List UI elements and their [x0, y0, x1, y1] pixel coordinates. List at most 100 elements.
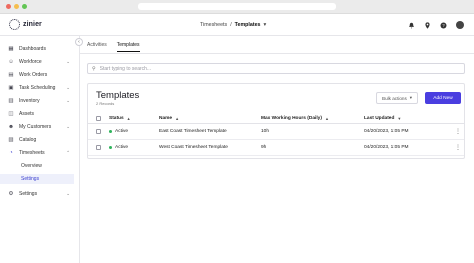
sidebar-item-label: Inventory	[19, 97, 40, 104]
column-label: Last Updated	[364, 115, 395, 121]
breadcrumb-chevron-down-icon[interactable]: ▾	[263, 22, 266, 28]
name-cell[interactable]: West Coast Timesheet Template	[159, 140, 228, 155]
sidebar-item-label: My Customers	[19, 123, 52, 130]
add-new-button[interactable]: Add New	[425, 92, 461, 104]
sidebar-item-label: Task Scheduling	[19, 84, 56, 91]
table-row[interactable]: Active East Coast Timesheet Template 10h…	[88, 124, 464, 140]
record-count: 2 Records	[96, 101, 115, 106]
sidebar-item-label: Catalog	[19, 136, 37, 143]
sidebar-item-label: Dashboards	[19, 45, 46, 52]
chevron-down-icon: ▾	[409, 95, 412, 100]
column-header-name[interactable]: Name ▲	[159, 113, 179, 123]
assets-icon: ◫	[8, 110, 14, 117]
work-orders-icon: ▤	[8, 71, 14, 78]
logo-mark-icon	[9, 19, 20, 30]
logo-text: zinier	[23, 21, 42, 28]
collapse-sidebar-button[interactable]: ‹	[75, 38, 83, 46]
sidebar-subitem-overview[interactable]: Overview	[0, 161, 74, 171]
sidebar-item-label: Assets	[19, 110, 35, 117]
column-header-status[interactable]: Status ▲	[109, 113, 131, 123]
customers-icon: ☻	[8, 123, 14, 130]
row-checkbox[interactable]	[96, 129, 101, 134]
more-options-icon[interactable]: ⋮	[455, 124, 461, 139]
breadcrumb-current[interactable]: Templates	[235, 22, 261, 28]
sidebar-item-assets[interactable]: ◫ Assets	[0, 108, 80, 119]
gear-icon: ⚙	[8, 190, 14, 197]
sort-icon: ▲	[324, 115, 329, 121]
bell-icon[interactable]	[408, 22, 415, 29]
location-pin-icon[interactable]	[424, 21, 431, 29]
sort-icon: ▲	[126, 115, 131, 121]
tab-bar: Activities Templates	[87, 42, 140, 52]
status-cell: Active	[109, 140, 128, 155]
calendar-icon: ▣	[8, 84, 14, 91]
browser-chrome	[0, 0, 474, 14]
close-window-dot[interactable]	[6, 4, 11, 9]
column-header-last-updated[interactable]: Last Updated ▼	[364, 113, 401, 123]
tabs-divider	[80, 53, 474, 54]
sidebar-item-label: Timesheets	[19, 149, 45, 156]
max-hours-cell: 10h	[261, 129, 270, 134]
sidebar-item-task-scheduling[interactable]: ▣ Task Scheduling ⌄	[0, 82, 80, 93]
sidebar-item-work-orders[interactable]: ▤ Work Orders	[0, 69, 80, 80]
logo[interactable]: zinier	[9, 19, 42, 30]
search-input[interactable]	[99, 65, 400, 72]
avatar[interactable]	[456, 21, 464, 29]
window-controls	[6, 4, 27, 9]
chevron-down-icon: ⌄	[66, 84, 70, 90]
chevron-down-icon: ⌄	[66, 190, 70, 196]
workforce-icon: ☺	[8, 58, 14, 65]
sort-icon: ▲	[175, 115, 180, 121]
select-all-checkbox[interactable]	[96, 115, 101, 121]
url-bar[interactable]	[138, 3, 336, 10]
table-row[interactable]: Active West Coast Timesheet Template 9h …	[88, 140, 464, 156]
status-dot	[109, 146, 112, 149]
breadcrumb-parent[interactable]: Timesheets	[200, 22, 227, 28]
inventory-icon: ▥	[8, 97, 14, 104]
dashboard-icon: ▦	[8, 45, 14, 52]
sidebar-subitem-settings[interactable]: Settings	[0, 174, 74, 184]
name-cell[interactable]: East Coast Timesheet Template	[159, 124, 227, 139]
tab-activities[interactable]: Activities	[87, 42, 107, 52]
status-cell: Active	[109, 124, 128, 139]
sidebar-item-inventory[interactable]: ▥ Inventory ⌄	[0, 95, 80, 106]
chevron-down-icon: ⌄	[66, 58, 70, 64]
select-all-cell	[96, 113, 101, 123]
tab-templates[interactable]: Templates	[116, 42, 140, 52]
chevron-up-icon: ⌃	[66, 149, 70, 155]
column-header-max-hours[interactable]: Max Working Hours (Daily) ▲	[261, 113, 329, 123]
sidebar-item-my-customers[interactable]: ☻ My Customers ⌄	[0, 121, 80, 132]
status-badge: Active	[115, 129, 129, 134]
maximize-window-dot[interactable]	[22, 4, 27, 9]
page-title: Templates	[96, 90, 140, 101]
table-header: Status ▲ Name ▲ Max Working Hours (Daily…	[88, 113, 464, 124]
more-options-icon[interactable]: ⋮	[455, 140, 461, 155]
timesheets-icon: ◔	[9, 149, 13, 156]
help-icon[interactable]: ?	[440, 21, 447, 29]
column-label: Status	[109, 115, 124, 121]
minimize-window-dot[interactable]	[14, 4, 19, 9]
last-updated-cell: 04/20/2023, 1:05 PM	[364, 129, 409, 134]
bulk-actions-label: Bulk actions	[382, 95, 407, 101]
sidebar-item-dashboards[interactable]: ▦ Dashboards	[0, 43, 80, 54]
search-bar[interactable]: ⚲	[87, 63, 465, 74]
sidebar-item-label: Workforce	[19, 58, 42, 65]
sort-icon: ▼	[397, 115, 402, 121]
catalog-icon: ▧	[8, 136, 14, 143]
templates-card: Templates 2 Records Bulk actions ▾ Add N…	[87, 83, 465, 159]
status-badge: Active	[115, 145, 129, 150]
row-select-cell	[96, 140, 101, 155]
sidebar-item-label: Work Orders	[19, 71, 48, 78]
sidebar-item-catalog[interactable]: ▧ Catalog	[0, 134, 80, 145]
row-checkbox[interactable]	[96, 145, 101, 150]
column-label: Max Working Hours (Daily)	[261, 115, 322, 121]
breadcrumb: Timesheets / Templates ▾	[200, 22, 266, 28]
sidebar-item-timesheets[interactable]: ◔ Timesheets ⌃	[0, 147, 80, 158]
sidebar-item-workforce[interactable]: ☺ Workforce ⌄	[0, 56, 80, 67]
breadcrumb-separator: /	[230, 22, 232, 28]
last-updated-cell: 04/20/2023, 1:05 PM	[364, 145, 409, 150]
bulk-actions-dropdown[interactable]: Bulk actions ▾	[376, 92, 418, 104]
app-header: zinier Timesheets / Templates ▾ ?	[0, 14, 474, 36]
sidebar-item-settings[interactable]: ⚙ Settings ⌄	[0, 188, 80, 199]
search-icon: ⚲	[92, 65, 96, 72]
